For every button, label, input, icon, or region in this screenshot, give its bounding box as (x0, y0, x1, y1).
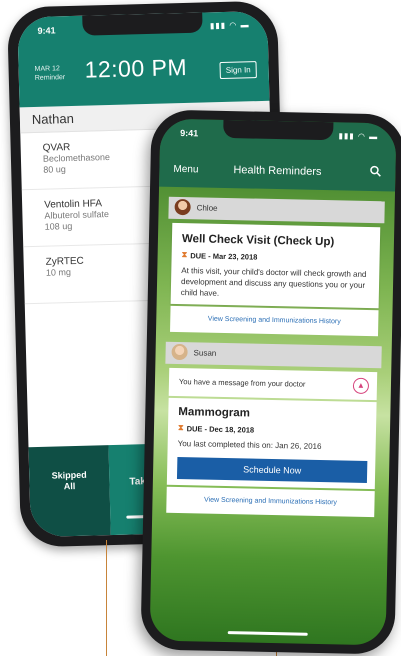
front-header: 9:41 ▮▮▮ ◠ ▬ Menu Health Reminders (159, 118, 397, 192)
reminder-body: At this visit, your child's doctor will … (180, 266, 367, 298)
avatar (174, 198, 191, 216)
front-phone-screen: 9:41 ▮▮▮ ◠ ▬ Menu Health Reminders Chloe… (149, 118, 397, 646)
due-date-text: DUE - Dec 18, 2018 (186, 423, 255, 435)
reminder-date: MAR 12 Reminder (34, 64, 66, 83)
front-phone-frame: 9:41 ▮▮▮ ◠ ▬ Menu Health Reminders Chloe… (140, 109, 401, 655)
reminder-body: You last completed this on: Jan 26, 2016 (177, 439, 322, 452)
status-icons: ▮▮▮ ◠ ▬ (209, 20, 250, 31)
page-title: Health Reminders (233, 164, 322, 178)
status-time: 9:41 (37, 25, 56, 36)
bell-icon: ▲ (352, 377, 370, 395)
status-icons: ▮▮▮ ◠ ▬ (338, 131, 379, 142)
search-icon[interactable] (369, 164, 381, 182)
back-header: 9:41 ▮▮▮ ◠ ▬ MAR 12 Reminder 12:00 PM Si… (17, 10, 270, 108)
sign-in-button[interactable]: Sign In (219, 61, 257, 80)
person-header: Chloe (168, 196, 385, 224)
due-date: ⧗ DUE - Mar 23, 2018 (182, 250, 372, 264)
reminder-card[interactable]: Well Check Visit (Check Up) ⧗ DUE - Mar … (170, 222, 381, 309)
status-time: 9:41 (180, 128, 199, 139)
hourglass-icon: ⧗ (177, 423, 184, 433)
doctor-message-row[interactable]: You have a message from your doctor ▲ (168, 367, 378, 401)
phone-notch (82, 12, 203, 36)
skipped-all-label: All (63, 481, 76, 492)
schedule-now-button[interactable]: Schedule Now (176, 457, 368, 483)
reminder-title: Well Check Visit (Check Up) (181, 233, 335, 249)
phone-notch (223, 119, 334, 141)
annotation-line (106, 540, 107, 656)
message-text: You have a message from your doctor (178, 377, 306, 389)
immunization-history-link[interactable]: View Screening and Immunizations History (166, 486, 375, 518)
reminder-card[interactable]: Mammogram ⧗ DUE - Dec 18, 2018 You last … (166, 397, 377, 490)
reminder-clock: 12:00 PM (84, 53, 188, 83)
reminder-title: Mammogram (178, 406, 251, 420)
person-name: Chloe (196, 203, 218, 213)
reminder-date-label: Reminder (34, 74, 66, 82)
due-date-text: DUE - Mar 23, 2018 (190, 250, 258, 262)
person-name: Susan (193, 348, 217, 358)
due-date: ⧗ DUE - Dec 18, 2018 (178, 423, 368, 437)
person-header: Susan (165, 341, 382, 369)
home-indicator[interactable] (227, 631, 308, 636)
immunization-history-link[interactable]: View Screening and Immunizations History (170, 305, 379, 337)
skipped-all-button[interactable]: Skipped All (28, 445, 111, 538)
avatar (171, 343, 188, 361)
hourglass-icon: ⧗ (181, 250, 188, 260)
